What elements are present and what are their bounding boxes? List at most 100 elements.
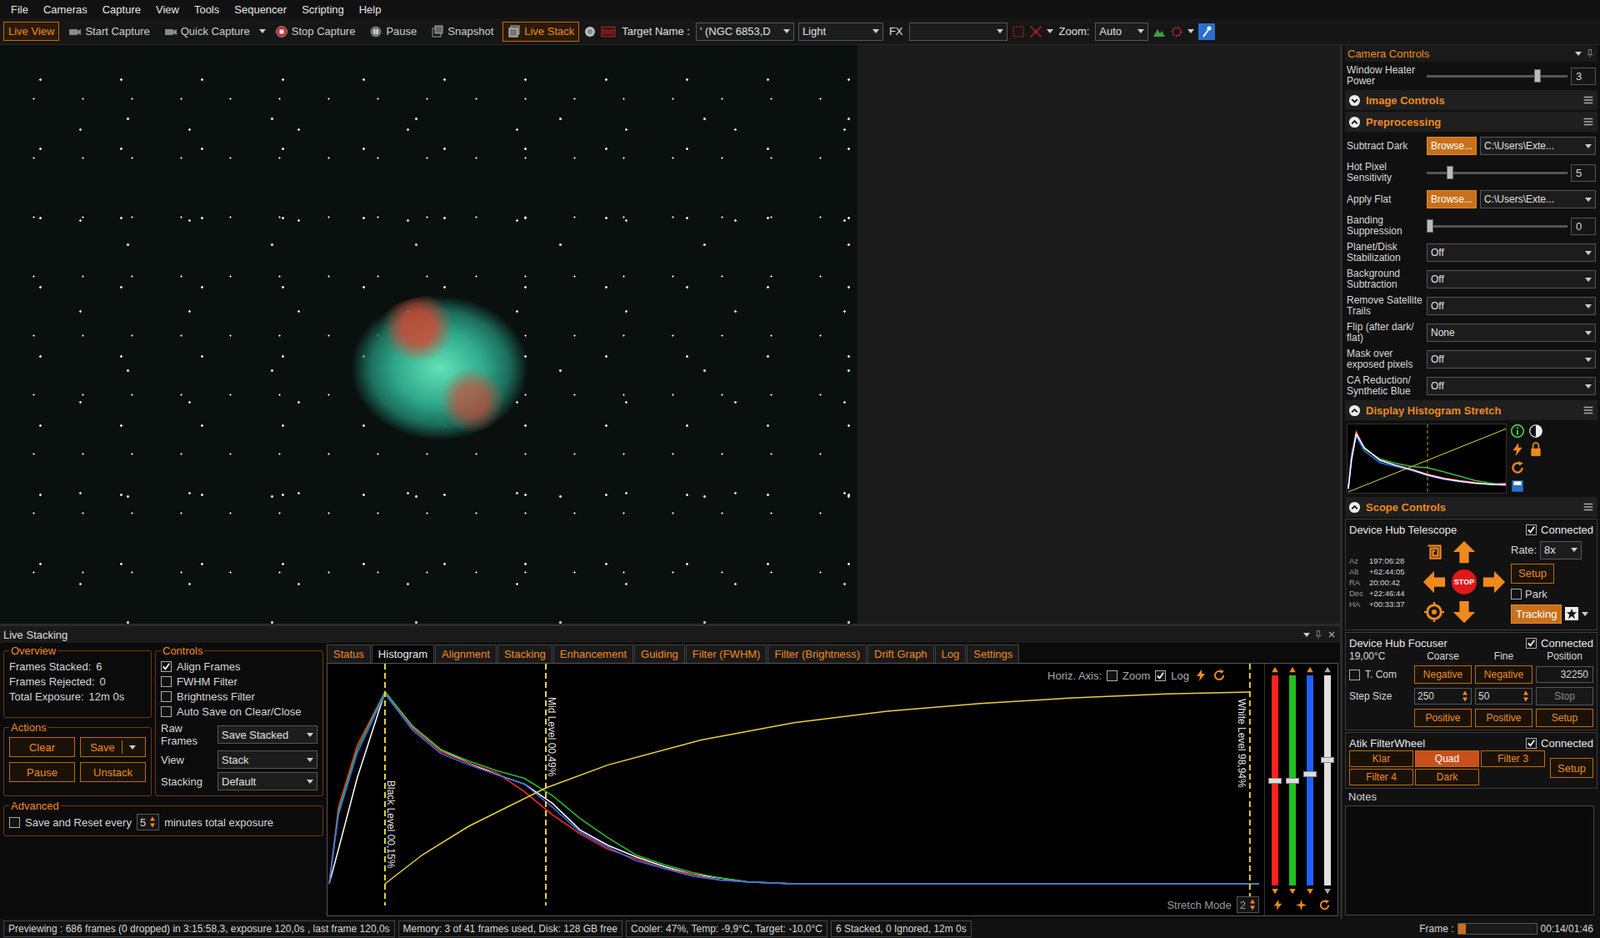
tab[interactable]: Status [326, 644, 371, 663]
crosshair-icon[interactable] [1029, 25, 1043, 39]
expand-toggle[interactable] [1348, 115, 1361, 129]
position-field[interactable]: 32250 [1535, 665, 1594, 683]
sparkle-icon[interactable] [1295, 898, 1308, 911]
value-box[interactable]: 5 [1570, 164, 1596, 182]
expand-toggle[interactable] [1348, 500, 1361, 514]
arrow-up-icon[interactable] [1270, 665, 1280, 674]
histogram-tool-icon[interactable] [600, 24, 616, 40]
dropdown-arrow-icon[interactable] [1585, 197, 1592, 202]
dropdown-arrow-icon[interactable] [1303, 632, 1310, 637]
histogram-stretch-chart[interactable] [1346, 423, 1507, 494]
option-dropdown[interactable]: Off [1426, 376, 1596, 395]
collapse-icon[interactable] [1348, 404, 1361, 417]
arrow-up-icon[interactable] [1305, 665, 1315, 674]
save-icon[interactable] [1510, 478, 1525, 494]
arrow-down-icon[interactable] [1305, 886, 1315, 895]
dropdown-arrow-icon[interactable] [306, 779, 314, 784]
option-dropdown[interactable]: Save Stacked [217, 725, 318, 744]
slider[interactable] [1426, 68, 1568, 84]
checkbox-row[interactable]: Brightness Filter [160, 688, 318, 704]
auto-stretch-icon[interactable] [1194, 668, 1208, 682]
slider-thumb[interactable] [1303, 770, 1317, 777]
positive-button[interactable]: Positive [1475, 708, 1533, 727]
value-box[interactable]: 3 [1570, 67, 1596, 85]
spin-up-icon[interactable] [1461, 689, 1469, 696]
file-dropdown[interactable]: C:\Users\Exte... [1480, 136, 1596, 155]
dropdown-arrow-icon[interactable] [996, 29, 1004, 34]
menu-icon[interactable] [1582, 404, 1595, 416]
level-slider-track[interactable] [1271, 675, 1279, 885]
dropdown-arrow-icon[interactable] [1046, 29, 1054, 34]
negative-button[interactable]: Negative [1475, 665, 1533, 684]
tab[interactable]: Histogram [371, 644, 435, 663]
filter-button[interactable]: Quad [1415, 750, 1480, 767]
frame-type-dropdown[interactable]: Light [798, 22, 884, 41]
reset-icon[interactable] [1212, 668, 1226, 682]
menu-item[interactable]: Sequencer [226, 1, 295, 18]
collapse-icon[interactable] [1348, 500, 1361, 514]
arrow-up-icon[interactable] [1288, 665, 1297, 674]
stack-icon[interactable] [507, 25, 521, 39]
dropdown-arrow-icon[interactable] [783, 29, 790, 34]
dropdown-arrow-icon[interactable] [1585, 144, 1592, 149]
tracking-button[interactable]: Tracking [1510, 604, 1562, 624]
filter-button[interactable]: Filter 3 [1480, 750, 1545, 767]
level-slider-track[interactable] [1324, 675, 1331, 885]
browse-button[interactable]: Browse... [1426, 190, 1477, 209]
arrow-left-icon[interactable] [1421, 569, 1447, 595]
toolbar-button[interactable]: Live Stack [502, 21, 580, 42]
option-dropdown[interactable]: None [1426, 323, 1596, 342]
menu-item[interactable]: Help [351, 1, 390, 18]
dropdown-arrow-icon[interactable] [129, 745, 136, 750]
menu-icon[interactable] [1582, 500, 1595, 513]
checkbox[interactable] [160, 705, 172, 717]
menu-item[interactable]: Cameras [35, 1, 95, 18]
pin-tool-button[interactable] [1198, 23, 1215, 40]
collapse-icon[interactable] [1348, 115, 1361, 129]
action-button[interactable]: Unstack [80, 761, 146, 782]
dropdown-arrow-icon[interactable] [1585, 384, 1592, 389]
setup-button[interactable]: Setup [1535, 708, 1594, 727]
menu-icon[interactable] [1582, 94, 1595, 106]
dropdown-arrow-icon[interactable] [1585, 304, 1592, 309]
checkbox[interactable] [160, 660, 172, 672]
stop-button[interactable]: STOP [1451, 569, 1477, 595]
pin-icon[interactable] [1200, 25, 1214, 39]
connected-checkbox[interactable] [1525, 524, 1537, 535]
histogram-stretch-header[interactable]: Display Histogram Stretch [1345, 400, 1598, 420]
zoom-dropdown[interactable]: Auto [1095, 22, 1149, 41]
file-dropdown[interactable]: C:\Users\Exte... [1480, 190, 1596, 209]
tab[interactable]: Settings [966, 644, 1020, 663]
dropdown-arrow-icon[interactable] [1137, 29, 1145, 34]
toolbar-button[interactable]: Live View [3, 21, 60, 41]
dropdown-arrow-icon[interactable] [1581, 611, 1589, 616]
fx-dropdown[interactable] [909, 22, 1008, 41]
pin-icon[interactable] [1585, 48, 1595, 59]
arrow-down-icon[interactable] [1451, 599, 1477, 625]
mid-level-line[interactable] [1427, 424, 1429, 494]
dropdown-arrow-icon[interactable] [1585, 357, 1592, 362]
option-dropdown[interactable]: Default [217, 771, 318, 790]
temp-comp-checkbox[interactable] [1349, 669, 1360, 680]
arrow-down-icon[interactable] [1323, 886, 1332, 895]
setup-button[interactable]: Setup [1550, 757, 1594, 778]
contrast-icon[interactable] [1528, 423, 1544, 439]
rate-dropdown[interactable]: 8x [1540, 540, 1582, 560]
image-controls-header[interactable]: Image Controls [1345, 90, 1598, 110]
level-slider-track[interactable] [1289, 675, 1296, 885]
setup-button[interactable]: Setup [1510, 563, 1555, 584]
dropdown-arrow-icon[interactable] [1585, 250, 1592, 255]
auto-stretch-icon[interactable] [1271, 898, 1285, 911]
coarse-step-spin[interactable]: 250 [1414, 687, 1472, 705]
toolbar-button[interactable]: Quick Capture [159, 21, 255, 42]
info-icon[interactable] [1510, 423, 1525, 439]
level-slider-track[interactable] [1306, 675, 1314, 885]
menu-item[interactable]: Scripting [294, 1, 352, 18]
menu-item[interactable]: View [148, 1, 187, 18]
reticle-icon[interactable] [583, 25, 597, 39]
arrow-down-icon[interactable] [1270, 886, 1280, 895]
toolbar-button[interactable]: Start Capture [63, 21, 155, 42]
dropdown-arrow-icon[interactable] [259, 29, 266, 34]
connected-checkbox[interactable] [1525, 737, 1537, 749]
white-level-line[interactable] [1249, 663, 1251, 905]
